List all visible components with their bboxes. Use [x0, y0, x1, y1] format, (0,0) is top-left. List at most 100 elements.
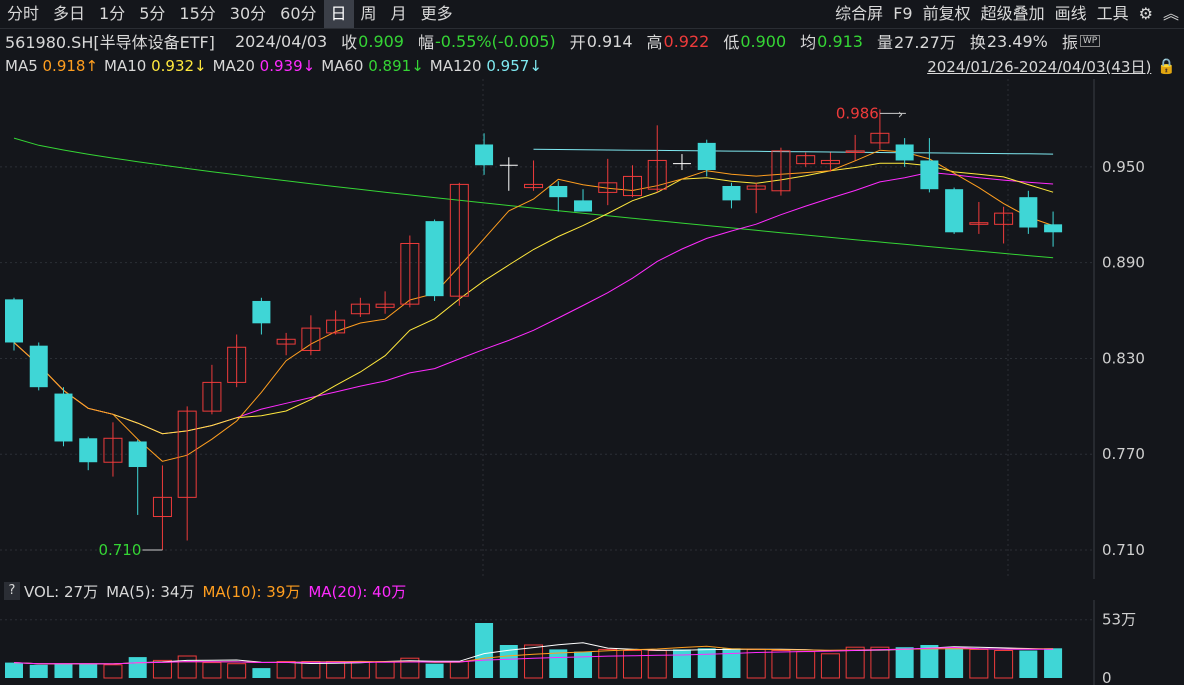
wp-icon[interactable]: WP: [1079, 35, 1101, 47]
volume-bar: [697, 648, 716, 678]
volume-label: 量: [876, 33, 893, 52]
period-tab-0[interactable]: 分时: [0, 0, 46, 28]
open-value: 0.914: [586, 31, 633, 51]
candle-body: [945, 189, 964, 233]
volume-bar: [54, 663, 73, 678]
high-marker-label: 0.986: [836, 104, 879, 122]
candle-body: [475, 144, 494, 166]
ma-value: 0.932↓: [151, 57, 207, 75]
period-tab-4[interactable]: 15分: [172, 0, 222, 28]
volume-bar: [128, 657, 147, 678]
change-label: 幅: [417, 33, 434, 52]
date-range[interactable]: 2024/01/26-2024/04/03(43日): [927, 56, 1151, 77]
candle: [1019, 190, 1038, 234]
amplitude-label: 振: [1061, 33, 1078, 52]
ma-item-ma120: MA120 0.957↓: [430, 57, 542, 75]
ma-item-ma10: MA10 0.932↓: [104, 57, 207, 75]
open-label: 开: [569, 33, 586, 52]
low-value: 0.900: [740, 31, 787, 51]
period-tab-6[interactable]: 60分: [273, 0, 323, 28]
toolbar-item-1[interactable]: F9: [888, 0, 917, 28]
candle-body: [722, 185, 741, 201]
ma-value: 0.939↓: [259, 57, 316, 75]
period-tab-9[interactable]: 月: [384, 0, 414, 28]
avg-label: 均: [800, 33, 817, 52]
toolbar-item-2[interactable]: 前复权: [918, 0, 976, 28]
ma-value: 0.957↓: [486, 57, 542, 75]
candle-body: [79, 438, 98, 463]
ma-label: MA120: [429, 57, 487, 75]
avg-value: 0.913: [817, 31, 863, 51]
y-tick-label: 0.710: [1102, 541, 1145, 559]
volume-bar: [672, 649, 691, 678]
toolbar-item-0[interactable]: 综合屏: [830, 0, 888, 28]
candle-body: [252, 300, 271, 324]
ma-label: MA5: [5, 57, 43, 75]
quote-date: 2024/04/03: [234, 31, 328, 51]
candle: [54, 387, 73, 447]
quote-info-row: 561980.SH[半导体设备ETF] 2024/04/03 收 0.909 幅 -0.5…: [0, 29, 1184, 53]
period-tab-2[interactable]: 1分: [92, 0, 132, 28]
volume-bar: [920, 645, 939, 678]
toolbar-item-5[interactable]: 工具: [1092, 0, 1134, 28]
candle: [29, 342, 48, 391]
change-value: -0.55%(-0.005): [435, 31, 556, 51]
y-tick-label: 0.950: [1102, 158, 1145, 176]
high-label: 高: [646, 33, 663, 52]
security-name: 561980.SH[半导体设备ETF]: [5, 33, 215, 52]
volume-bar: [895, 647, 914, 678]
candle-body: [920, 160, 939, 190]
toolbar-item-3[interactable]: 超级叠加: [976, 0, 1050, 28]
ma-label: MA60: [321, 57, 369, 75]
candle-body: [574, 200, 593, 212]
ma-item-ma5: MA5 0.918↑: [5, 57, 98, 75]
ma-label: MA10: [104, 57, 152, 75]
candle-body: [128, 441, 147, 468]
ma-value: 0.918↑: [42, 57, 99, 75]
vol-tick-label: 0: [1102, 669, 1112, 685]
volume-bar: [1019, 650, 1038, 678]
vol-tick-label: 53万: [1102, 611, 1136, 629]
high-value: 0.922: [663, 31, 710, 51]
ma-item-ma60: MA60 0.891↓: [321, 57, 424, 75]
candle-body: [895, 144, 914, 161]
help-button[interactable]: ?: [4, 582, 20, 600]
ma-legend-row: MA5 0.918↑ MA10 0.932↓ MA20 0.939↓ MA60 0.8…: [0, 54, 1184, 78]
period-tab-10[interactable]: 更多: [414, 0, 460, 28]
close-value: 0.909: [358, 31, 404, 51]
volume-bar: [475, 623, 494, 678]
period-tab-7[interactable]: 日: [323, 0, 354, 28]
volume-bar: [79, 663, 98, 678]
volume-bar: [29, 664, 48, 678]
candle-body: [1019, 197, 1038, 228]
period-tab-5[interactable]: 30分: [223, 0, 273, 28]
volume-bar: [1044, 648, 1063, 678]
period-tab-3[interactable]: 5分: [132, 0, 172, 28]
turnover-label: 换: [969, 33, 986, 52]
vol-ma10: MA(10): 39万: [202, 582, 301, 601]
candle: [425, 219, 444, 301]
candlestick-chart[interactable]: 0.950 0.890 0.830 0.770 0.710 0.986 › 0.710: [0, 79, 1184, 579]
toolbar-item-4[interactable]: 画线: [1050, 0, 1092, 28]
period-tab-8[interactable]: 周: [354, 0, 384, 28]
collapse-icon[interactable]: ︽: [1158, 0, 1184, 28]
toolbar-right: 综合屏 F9 前复权 超级叠加 画线 工具 ⚙ ︽: [830, 0, 1184, 28]
ma-value: 0.891↓: [368, 57, 424, 75]
period-tab-1[interactable]: 多日: [46, 0, 92, 28]
y-tick-label: 0.890: [1102, 254, 1145, 272]
volume-value: 27.27万: [894, 33, 956, 52]
candle-body: [1044, 224, 1063, 233]
candle-body: [697, 142, 716, 171]
lock-icon[interactable]: 🔒: [1157, 57, 1176, 75]
candle: [945, 187, 964, 234]
vol-ma20: MA(20): 40万: [308, 582, 407, 601]
high-marker-arrow: ›: [898, 107, 903, 122]
close-label: 收: [341, 33, 358, 52]
y-tick-label: 0.770: [1102, 445, 1145, 463]
gear-icon[interactable]: ⚙: [1134, 0, 1158, 28]
volume-bar: [252, 668, 271, 678]
candle-body: [425, 221, 444, 297]
period-toolbar: 分时 多日 1分 5分 15分 30分 60分日周月更多 综合屏 F9 前复权 超级叠加 画线 工具 ⚙ ︽: [0, 0, 1184, 29]
volume-chart: 53万 0: [0, 600, 1184, 685]
ma-item-ma20: MA20 0.939↓: [213, 57, 316, 75]
